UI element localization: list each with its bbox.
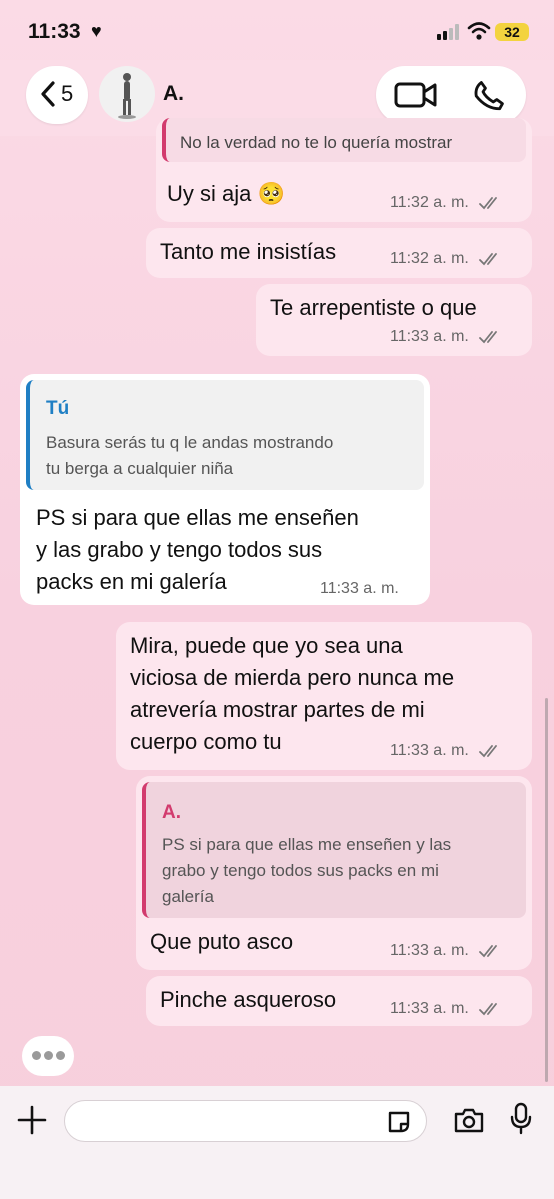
message-text: cuerpo como tu (130, 729, 282, 754)
status-bar: 11:33 ♥ 32 (0, 0, 554, 64)
message-text: Uy si aja 🥺 (167, 181, 285, 206)
back-button[interactable]: 5 (26, 66, 88, 124)
message-timestamp: 11:33 a. m. (320, 580, 399, 597)
message-timestamp: 11:32 a. m. (390, 250, 501, 268)
message-bubble-outgoing[interactable]: Te arrepentiste o que 11:33 a. m. (256, 284, 532, 356)
reply-quote[interactable]: A. PS si para que ellas me enseñen y las… (142, 782, 526, 918)
message-bubble-incoming[interactable]: Tú Basura serás tu q le andas mostrando … (20, 374, 430, 605)
message-input[interactable] (64, 1100, 427, 1142)
message-text: PS si para que ellas me enseñen (36, 505, 359, 530)
message-text: Que puto asco (150, 929, 294, 954)
double-check-icon (479, 196, 498, 210)
reply-quote[interactable]: Tú Basura serás tu q le andas mostrando … (26, 380, 424, 490)
camera-icon[interactable] (453, 1106, 485, 1134)
message-text: Mira, puede que yo sea una (130, 633, 403, 658)
signal-icon (437, 24, 459, 40)
message-bubble-outgoing[interactable]: Mira, puede que yo sea una viciosa de mi… (116, 622, 532, 770)
double-check-icon (479, 944, 498, 958)
quote-text: tu berga a cualquier niña (46, 459, 234, 478)
composer-bar (0, 1086, 554, 1199)
message-text: Pinche asqueroso (160, 987, 337, 1012)
clock: 11:33 (28, 20, 81, 43)
double-check-icon (479, 744, 498, 758)
message-bubble-outgoing[interactable]: Tanto me insistías 11:32 a. m. (146, 228, 532, 278)
message-timestamp: 11:33 a. m. (390, 742, 501, 760)
double-check-icon (479, 1002, 498, 1016)
message-bubble-outgoing[interactable]: Pinche asqueroso 11:33 a. m. (146, 976, 532, 1026)
phone-icon[interactable] (472, 79, 506, 113)
double-check-icon (479, 252, 498, 266)
microphone-icon[interactable] (510, 1102, 532, 1136)
battery-indicator: 32 (495, 23, 529, 41)
quote-text: galería (162, 887, 214, 906)
message-text: packs en mi galería (36, 569, 227, 594)
unread-count: 5 (61, 81, 74, 106)
scrollbar[interactable] (545, 698, 548, 1082)
heart-icon: ♥ (91, 21, 102, 41)
quote-text: No la verdad no te lo quería mostrar (180, 133, 453, 152)
message-timestamp: 11:33 a. m. (390, 942, 501, 960)
contact-name[interactable]: A. (163, 82, 184, 106)
quote-text: Basura serás tu q le andas mostrando (46, 433, 334, 452)
message-text: viciosa de mierda pero nunca me (130, 665, 455, 690)
message-timestamp: 11:32 a. m. (390, 194, 501, 212)
wifi-icon (467, 22, 491, 40)
plus-icon[interactable] (16, 1104, 48, 1136)
quote-text: grabo y tengo todos sus packs en mi (162, 861, 439, 880)
message-text: atrevería mostrar partes de mi (130, 697, 425, 722)
message-text: Te arrepentiste o que (270, 295, 477, 320)
typing-indicator (22, 1036, 74, 1076)
avatar-figure (118, 73, 136, 119)
call-actions (376, 66, 526, 124)
quote-author: A. (162, 802, 181, 823)
message-text: y las grabo y tengo todos sus (36, 537, 323, 562)
message-bubble-outgoing[interactable]: No la verdad no te lo quería mostrar Uy … (156, 118, 532, 222)
sticker-icon[interactable] (386, 1109, 412, 1135)
message-bubble-outgoing[interactable]: A. PS si para que ellas me enseñen y las… (136, 776, 532, 970)
reply-quote[interactable]: No la verdad no te lo quería mostrar (162, 118, 526, 162)
double-check-icon (479, 330, 498, 344)
message-timestamp: 11:33 a. m. (390, 328, 501, 346)
avatar[interactable] (99, 66, 155, 122)
message-timestamp: 11:33 a. m. (390, 1000, 501, 1018)
chevron-left-icon (41, 81, 55, 107)
quote-author: Tú (46, 398, 70, 419)
video-call-icon[interactable] (394, 80, 438, 110)
message-text: Tanto me insistías (160, 239, 337, 264)
quote-text: PS si para que ellas me enseñen y las (162, 835, 452, 854)
